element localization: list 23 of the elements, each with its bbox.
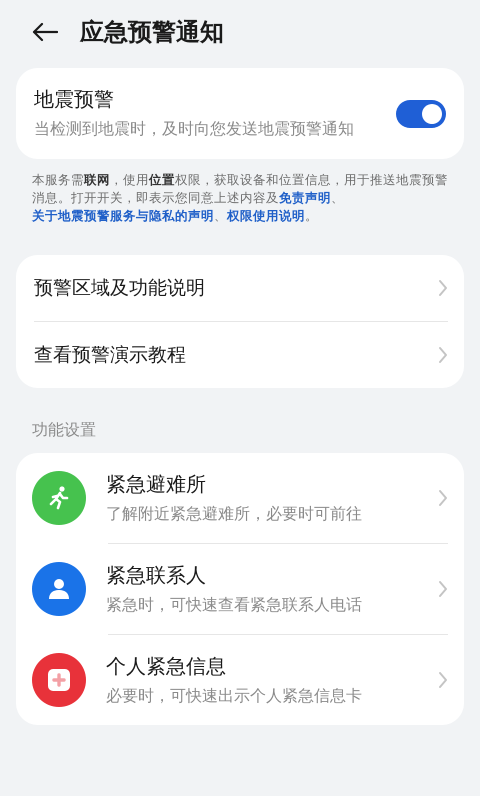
notice-link[interactable]: 关于地震预警服务与隐私的声明 — [32, 208, 214, 224]
notice-link[interactable]: 免责声明 — [279, 190, 331, 206]
feature-subtitle: 了解附近紧急避难所，必要时可前往 — [106, 502, 363, 525]
notice-link[interactable]: 权限使用说明 — [227, 208, 305, 224]
setting-title: 地震预警 — [34, 86, 115, 113]
chevron-icon — [438, 580, 448, 598]
chevron-icon — [438, 346, 448, 364]
chevron-icon — [438, 279, 448, 298]
list-item[interactable]: 预警区域及功能说明 — [34, 255, 448, 322]
list-item[interactable]: 查看预警演示教程 — [34, 321, 448, 388]
back-icon[interactable] — [32, 22, 58, 42]
setting-description: 当检测到地震时，及时向您发送地震预警通知 — [34, 118, 355, 140]
notice-text: 本服务需联网，使用位置权限，获取设备和位置信息，用于推送地震预警消息。打开开关，即表示您同意上述内容及免责声明、 关于地震预警服务与隐私的声明、权限使用说明。 — [32, 171, 449, 226]
feature-subtitle: 紧急时，可快速查看紧急联系人电话 — [106, 594, 363, 616]
chevron-icon — [438, 671, 448, 690]
feature-subtitle: 必要时，可快速出示个人紧急信息卡 — [106, 684, 363, 707]
section-title: 功能设置 — [32, 420, 97, 442]
chevron-icon — [438, 489, 448, 508]
toggle-switch[interactable] — [396, 100, 446, 128]
page-title: 应急预警通知 — [80, 17, 224, 48]
feature-title[interactable]: 紧急避难所 — [106, 470, 418, 498]
feature-title[interactable]: 紧急联系人 — [106, 562, 418, 589]
feature-title[interactable]: 个人紧急信息 — [106, 652, 418, 680]
